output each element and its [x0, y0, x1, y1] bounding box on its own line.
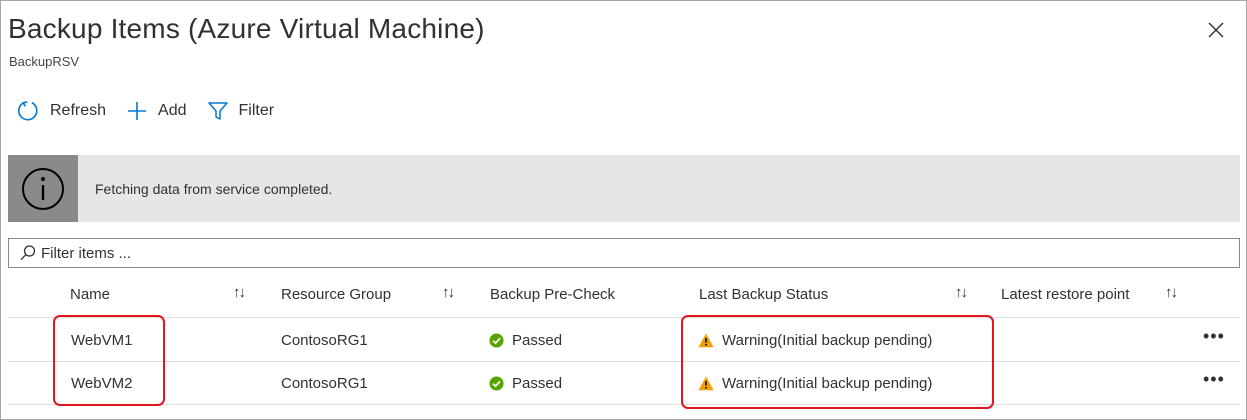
banner-message: Fetching data from service completed. [95, 180, 333, 197]
sort-name-icon[interactable]: ↑↓ [233, 284, 246, 301]
row-precheck: Passed [489, 332, 562, 349]
close-button[interactable] [1205, 19, 1227, 41]
close-icon [1208, 22, 1224, 38]
column-header-latest-restore-point[interactable]: Latest restore point [1001, 286, 1129, 303]
refresh-icon [17, 101, 38, 121]
info-icon-box [8, 155, 78, 222]
column-header-name[interactable]: Name [70, 286, 110, 303]
check-circle-icon [489, 376, 504, 391]
column-header-backup-precheck: Backup Pre-Check [490, 286, 616, 303]
row-resource-group: ContosoRG1 [281, 332, 368, 349]
search-icon [20, 245, 36, 261]
sort-last-backup-status-icon[interactable]: ↑↓ [955, 284, 968, 301]
status-text: Warning(Initial backup pending) [722, 332, 933, 349]
info-icon [22, 167, 64, 210]
check-circle-icon [489, 333, 504, 348]
filter-items-box[interactable] [8, 238, 1240, 268]
command-bar: Refresh Add Filter [16, 97, 294, 125]
backup-items-blade: Backup Items (Azure Virtual Machine) Bac… [0, 0, 1247, 420]
sort-resource-group-icon[interactable]: ↑↓ [442, 284, 455, 301]
row-precheck: Passed [489, 375, 562, 392]
status-text: Warning(Initial backup pending) [722, 375, 933, 392]
funnel-icon [207, 102, 228, 120]
page-title: Backup Items (Azure Virtual Machine) [8, 13, 485, 44]
row-name[interactable]: WebVM2 [71, 375, 132, 392]
row-last-backup-status[interactable]: Warning(Initial backup pending) [698, 375, 932, 392]
info-banner: Fetching data from service completed. [8, 155, 1240, 222]
column-header-resource-group[interactable]: Resource Group [281, 286, 391, 303]
status-highlight-box [681, 315, 994, 409]
precheck-text: Passed [512, 375, 563, 392]
filter-items-input[interactable] [41, 244, 441, 262]
more-options-button[interactable]: ••• [1203, 326, 1225, 347]
refresh-button[interactable]: Refresh [16, 99, 106, 123]
add-label: Add [158, 102, 187, 119]
refresh-label: Refresh [50, 102, 107, 119]
precheck-text: Passed [512, 332, 563, 349]
column-header-last-backup-status[interactable]: Last Backup Status [699, 286, 828, 303]
more-options-button[interactable]: ••• [1203, 369, 1225, 390]
row-name[interactable]: WebVM1 [71, 332, 132, 349]
page-subtitle: BackupRSV [9, 54, 80, 69]
row-divider [8, 404, 1240, 405]
header-divider [8, 317, 1240, 318]
plus-icon [128, 102, 147, 120]
filter-label: Filter [238, 102, 275, 119]
sort-latest-restore-point-icon[interactable]: ↑↓ [1165, 284, 1178, 301]
row-divider [8, 361, 1240, 362]
add-button[interactable]: Add [126, 100, 187, 122]
filter-button[interactable]: Filter [207, 100, 275, 122]
row-resource-group: ContosoRG1 [281, 375, 368, 392]
row-last-backup-status[interactable]: Warning(Initial backup pending) [698, 332, 932, 349]
warning-icon [698, 333, 714, 348]
warning-icon [698, 376, 714, 391]
